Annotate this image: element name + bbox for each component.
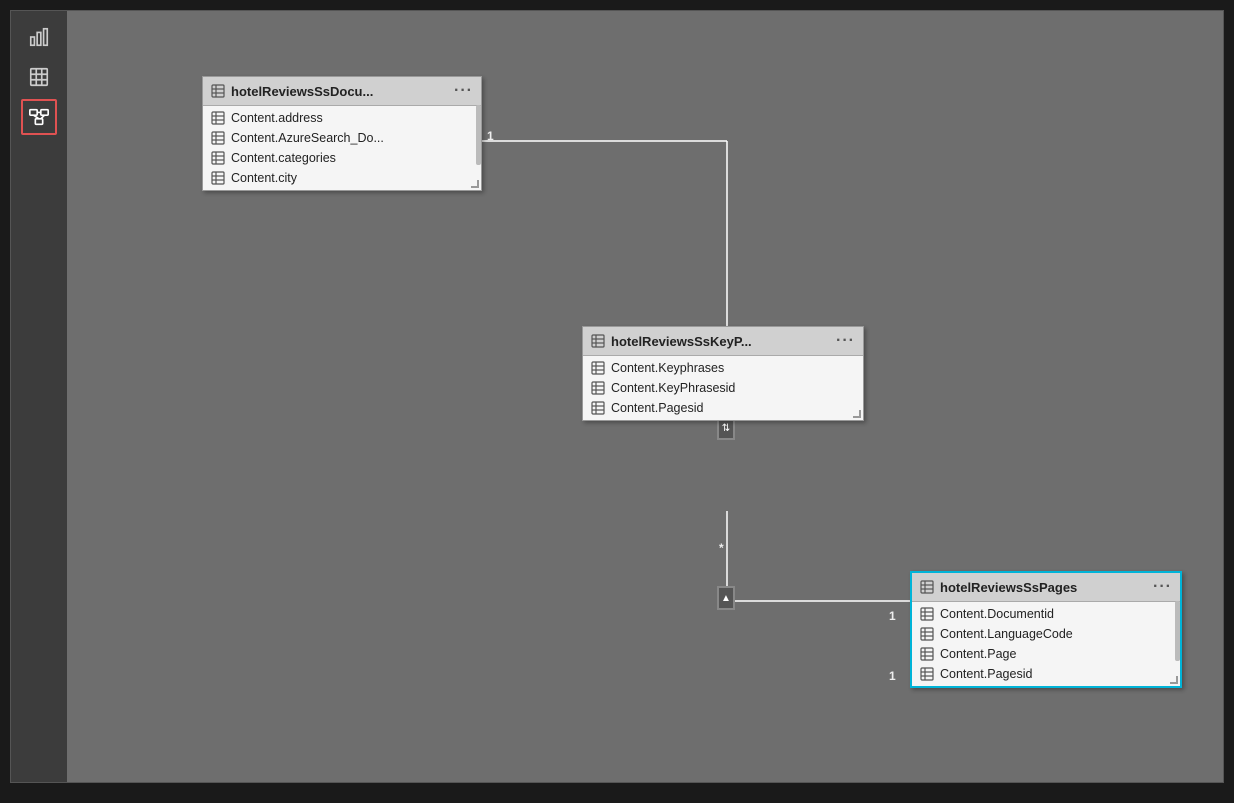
table-row[interactable]: Content.LanguageCode xyxy=(912,624,1180,644)
table-hotelReviewsSsKeyP[interactable]: hotelReviewsSsKeyP... ··· Content.Keyphr… xyxy=(582,326,864,421)
row-label: Content.Pagesid xyxy=(611,401,703,415)
table-row[interactable]: Content.Page xyxy=(912,644,1180,664)
connector-label-star: * xyxy=(719,541,724,555)
table-name-3: hotelReviewsSsPages xyxy=(940,580,1077,595)
resize-handle-1[interactable] xyxy=(471,180,481,190)
row-label: Content.AzureSearch_Do... xyxy=(231,131,384,145)
table-menu-2[interactable]: ··· xyxy=(836,332,855,350)
sidebar xyxy=(11,11,67,782)
table-row[interactable]: Content.Pagesid xyxy=(583,398,863,418)
table-row[interactable]: Content.KeyPhrasesid xyxy=(583,378,863,398)
connector-label-2a: 1 xyxy=(889,609,896,623)
row-label: Content.city xyxy=(231,171,297,185)
resize-handle-3[interactable] xyxy=(1170,676,1180,686)
connector-arrow-2[interactable]: ▲ xyxy=(717,586,735,610)
row-label: Content.address xyxy=(231,111,323,125)
table-header-2: hotelReviewsSsKeyP... ··· xyxy=(583,327,863,356)
resize-handle-2[interactable] xyxy=(853,410,863,420)
table-row[interactable]: Content.city xyxy=(203,168,481,188)
table-row[interactable]: Content.categories xyxy=(203,148,481,168)
scrollbar-3[interactable] xyxy=(1175,601,1180,661)
row-label: Content.Pagesid xyxy=(940,667,1032,681)
table-name-1: hotelReviewsSsDocu... xyxy=(231,84,373,99)
table-body-2: Content.Keyphrases Content.KeyPhrasesid … xyxy=(583,356,863,420)
table-row[interactable]: Content.Keyphrases xyxy=(583,358,863,378)
main-window: ⇅ ▲ 1 * 1 1 hotelReviewsSsDocu... ··· xyxy=(10,10,1224,783)
row-label: Content.Page xyxy=(940,647,1016,661)
table-row[interactable]: Content.Pagesid xyxy=(912,664,1180,684)
table-row[interactable]: Content.AzureSearch_Do... xyxy=(203,128,481,148)
connector-label-1: 1 xyxy=(487,129,494,143)
table-header-1: hotelReviewsSsDocu... ··· xyxy=(203,77,481,106)
table-row[interactable]: Content.Documentid xyxy=(912,604,1180,624)
row-label: Content.Keyphrases xyxy=(611,361,724,375)
table-header-3: hotelReviewsSsPages ··· xyxy=(912,573,1180,602)
row-label: Content.categories xyxy=(231,151,336,165)
row-label: Content.LanguageCode xyxy=(940,627,1073,641)
relationship-icon[interactable] xyxy=(21,99,57,135)
table-body-1: Content.address Content.AzureSearch_Do..… xyxy=(203,106,481,190)
table-hotelReviewsSsDocu[interactable]: hotelReviewsSsDocu... ··· Content.addres… xyxy=(202,76,482,191)
table-body-3: Content.Documentid Content.LanguageCode … xyxy=(912,602,1180,686)
table-hotelReviewsSsPages[interactable]: hotelReviewsSsPages ··· Content.Document… xyxy=(910,571,1182,688)
diagram-canvas[interactable]: ⇅ ▲ 1 * 1 1 hotelReviewsSsDocu... ··· xyxy=(67,11,1223,782)
row-label: Content.Documentid xyxy=(940,607,1054,621)
table-menu-1[interactable]: ··· xyxy=(454,82,473,100)
bar-chart-icon[interactable] xyxy=(21,19,57,55)
scrollbar-1[interactable] xyxy=(476,105,481,165)
table-name-2: hotelReviewsSsKeyP... xyxy=(611,334,752,349)
table-row[interactable]: Content.address xyxy=(203,108,481,128)
connector-label-2b: 1 xyxy=(889,669,896,683)
row-label: Content.KeyPhrasesid xyxy=(611,381,735,395)
table-icon[interactable] xyxy=(21,59,57,95)
table-menu-3[interactable]: ··· xyxy=(1153,578,1172,596)
